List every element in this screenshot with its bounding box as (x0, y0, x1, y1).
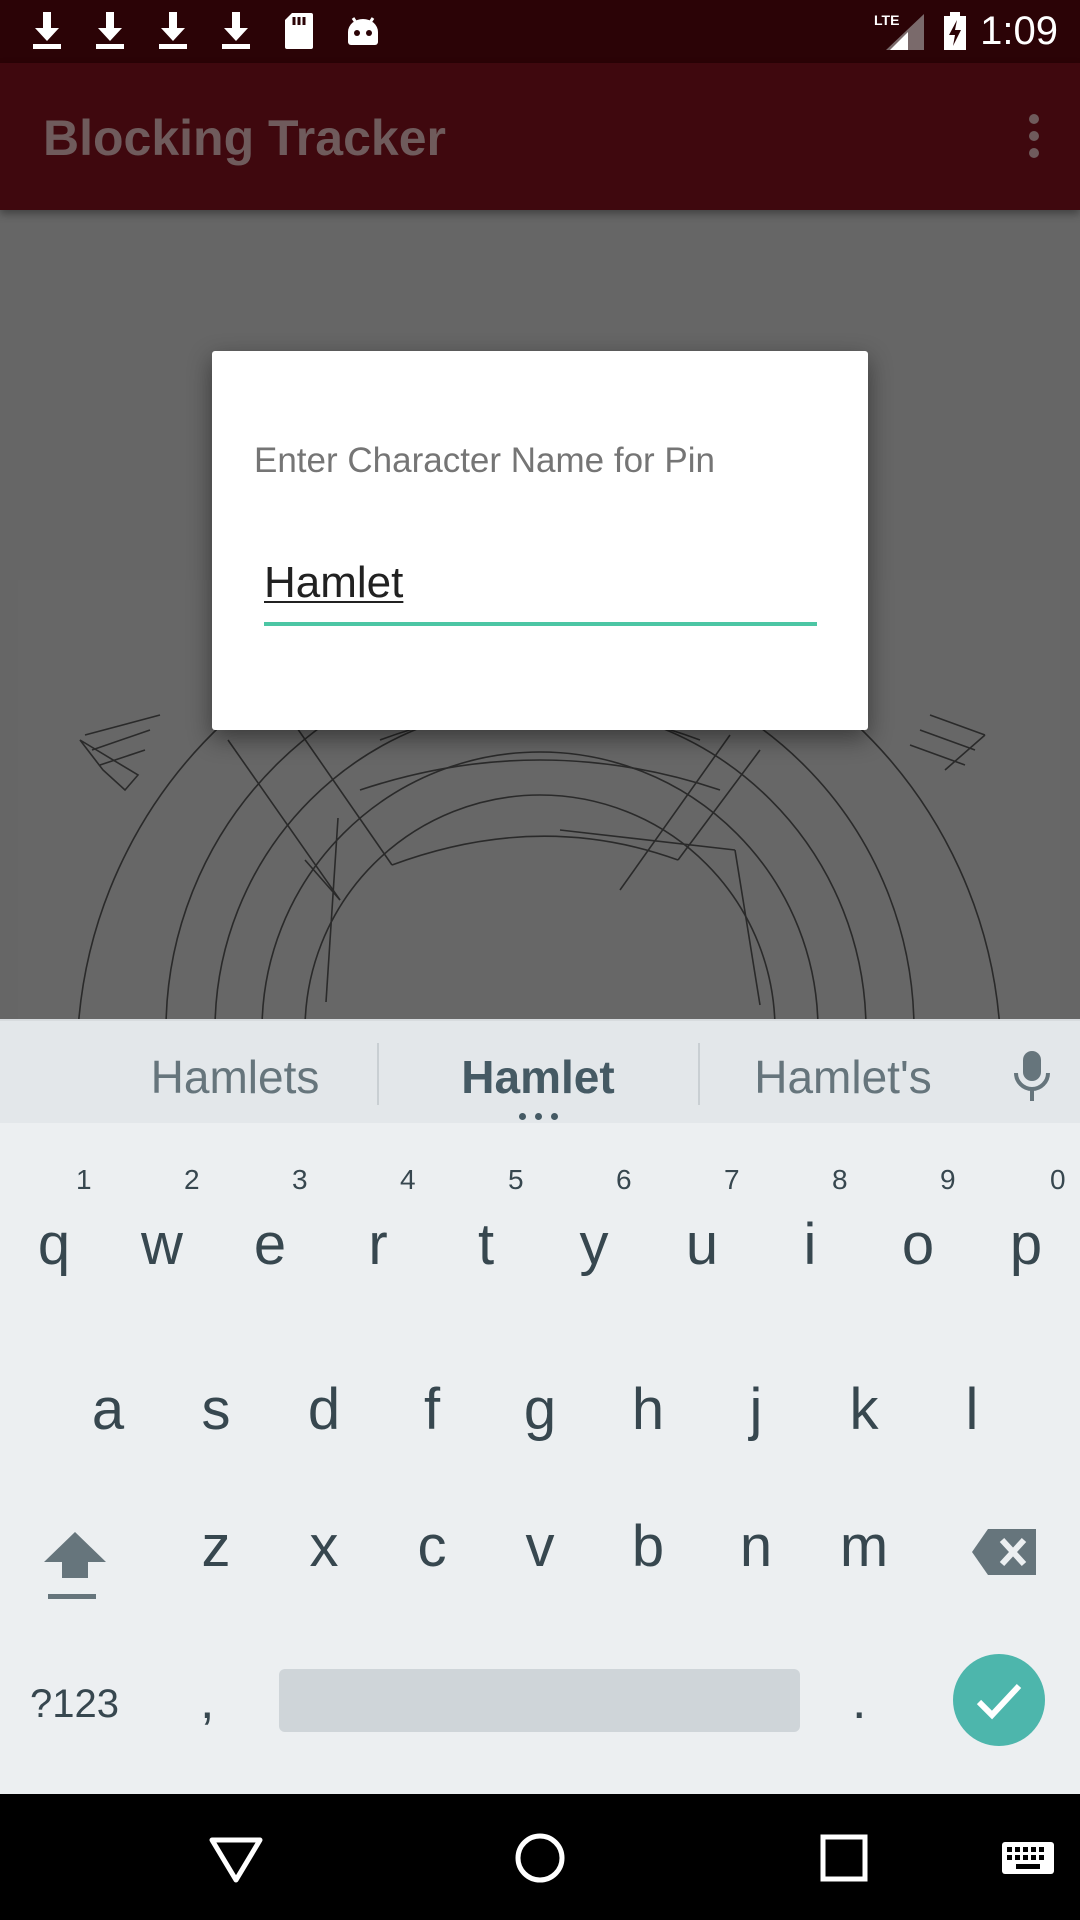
key-k[interactable]: k (810, 1269, 918, 1442)
key-x[interactable]: x (270, 1409, 378, 1579)
key-j[interactable]: j (702, 1269, 810, 1442)
keyboard: Hamlets Hamlet Hamlet's 1q 2w 3e 4r 5t 6… (0, 1019, 1080, 1794)
key-p[interactable]: 0p (972, 1129, 1080, 1279)
comma-key[interactable]: , (200, 1671, 214, 1731)
key-e[interactable]: 3e (216, 1129, 324, 1279)
period-key[interactable]: . (852, 1671, 866, 1731)
key-g[interactable]: g (486, 1269, 594, 1442)
key-n[interactable]: n (702, 1409, 810, 1579)
sd-card-icon (285, 13, 313, 49)
symbols-key[interactable]: ?123 (30, 1679, 119, 1729)
key-w[interactable]: 2w (108, 1129, 216, 1279)
key-l[interactable]: l (918, 1269, 1026, 1442)
keyboard-icon[interactable] (1002, 1828, 1054, 1888)
key-y[interactable]: 6y (540, 1129, 648, 1279)
key-u[interactable]: 7u (648, 1129, 756, 1279)
dialog-message: Enter Character Name for Pin (254, 441, 716, 480)
key-v[interactable]: v (486, 1409, 594, 1579)
key-m[interactable]: m (810, 1409, 918, 1579)
key-a[interactable]: a (54, 1269, 162, 1442)
check-icon (976, 1683, 1022, 1720)
backspace-icon[interactable] (970, 1504, 1040, 1614)
network-type: LTE (874, 12, 899, 28)
suggestion-center[interactable]: Hamlet (418, 1051, 658, 1103)
shift-icon[interactable] (38, 1504, 112, 1614)
character-name-dialog: Enter Character Name for Pin Hamlet (212, 351, 868, 730)
download-icon (96, 12, 124, 49)
battery-charging-icon (944, 12, 966, 50)
key-s[interactable]: s (162, 1269, 270, 1442)
key-f[interactable]: f (378, 1269, 486, 1442)
key-b[interactable]: b (594, 1409, 702, 1579)
suggestion-bar: Hamlets Hamlet Hamlet's (0, 1019, 1080, 1123)
key-t[interactable]: 5t (432, 1129, 540, 1279)
lte-signal-icon: LTE (874, 12, 924, 50)
divider (377, 1043, 379, 1105)
more-suggestions-icon[interactable] (519, 1113, 559, 1121)
key-r[interactable]: 4r (324, 1129, 432, 1279)
download-icon (159, 12, 187, 49)
mic-icon[interactable] (1010, 1049, 1054, 1103)
key-q[interactable]: 1q (0, 1129, 108, 1279)
back-icon[interactable] (206, 1828, 266, 1888)
clock: 1:09 (980, 9, 1058, 53)
app-title: Blocking Tracker (43, 110, 446, 166)
suggestion-left[interactable]: Hamlets (115, 1051, 355, 1103)
download-icon (222, 12, 250, 49)
key-d[interactable]: d (270, 1269, 378, 1442)
key-c[interactable]: c (378, 1409, 486, 1579)
suggestion-right[interactable]: Hamlet's (723, 1051, 963, 1103)
input-value: Hamlet (264, 558, 404, 607)
space-bar[interactable] (279, 1669, 800, 1732)
key-i[interactable]: 8i (756, 1129, 864, 1279)
home-icon[interactable] (510, 1828, 570, 1888)
enter-key[interactable] (953, 1654, 1045, 1746)
input-underline (264, 622, 817, 626)
character-name-input[interactable]: Hamlet (264, 554, 817, 612)
divider (698, 1043, 700, 1105)
more-vert-icon[interactable] (1014, 108, 1054, 164)
recents-icon[interactable] (814, 1828, 874, 1888)
status-bar: LTE 1:09 (0, 0, 1080, 63)
key-h[interactable]: h (594, 1269, 702, 1442)
key-z[interactable]: z (162, 1409, 270, 1579)
nav-bar (0, 1794, 1080, 1920)
android-debug-icon (348, 17, 378, 45)
download-icon (33, 12, 61, 49)
app-bar: Blocking Tracker (0, 63, 1080, 210)
key-o[interactable]: 9o (864, 1129, 972, 1279)
